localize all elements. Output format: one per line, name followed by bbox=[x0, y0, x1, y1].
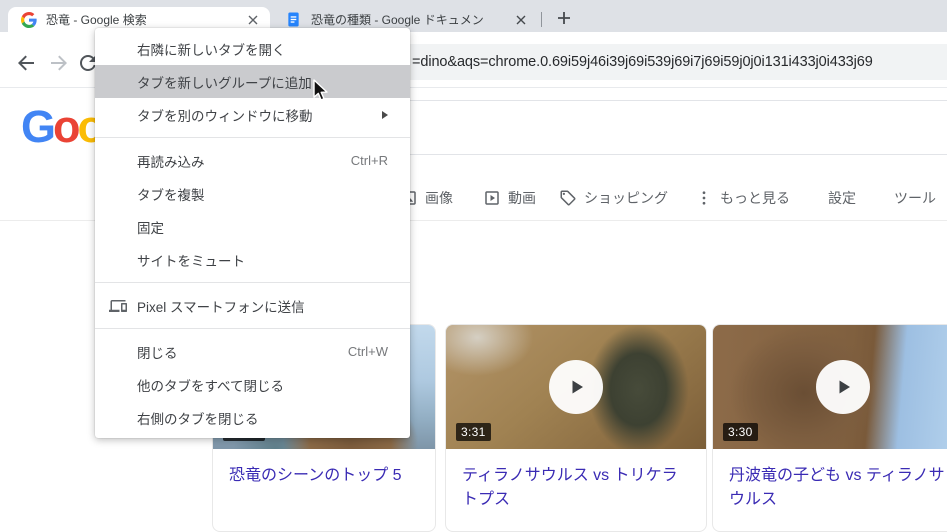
video-duration: 3:30 bbox=[723, 423, 758, 441]
menu-item-close-tabs-to-right[interactable]: 右側のタブを閉じる bbox=[95, 401, 410, 434]
close-icon[interactable] bbox=[512, 11, 530, 29]
menu-separator bbox=[95, 137, 410, 138]
shortcut-label: Ctrl+W bbox=[348, 344, 388, 359]
tab-title: 恐竜 - Google 検索 bbox=[46, 11, 244, 28]
menu-item-close[interactable]: 閉じる Ctrl+W bbox=[95, 335, 410, 368]
video-card[interactable]: 3:30 丹波竜の子ども vs ティラノサウルス bbox=[712, 324, 947, 532]
menu-item-move-tab-to-window[interactable]: タブを別のウィンドウに移動 bbox=[95, 98, 410, 131]
google-docs-favicon-icon bbox=[286, 12, 302, 28]
url-text[interactable]: =dino&aqs=chrome.0.69i59j46i39j69i539j69… bbox=[412, 54, 947, 70]
video-duration: 3:31 bbox=[456, 423, 491, 441]
menu-item-pin[interactable]: 固定 bbox=[95, 210, 410, 243]
menu-item-close-other-tabs[interactable]: 他のタブをすべて閉じる bbox=[95, 368, 410, 401]
video-card[interactable]: 3:31 ティラノサウルス vs トリケラトプス bbox=[445, 324, 707, 532]
tab-videos[interactable]: 動画 bbox=[483, 187, 536, 209]
link-settings[interactable]: 設定 bbox=[828, 187, 856, 209]
video-title[interactable]: 恐竜のシーンのトップ 5 bbox=[213, 449, 435, 488]
more-vert-icon bbox=[695, 189, 713, 207]
forward-button[interactable] bbox=[47, 51, 71, 75]
menu-item-reload[interactable]: 再読み込み Ctrl+R bbox=[95, 144, 410, 177]
back-button[interactable] bbox=[14, 51, 38, 75]
video-title[interactable]: 丹波竜の子ども vs ティラノサウルス bbox=[713, 449, 947, 512]
tag-icon bbox=[559, 189, 577, 207]
plus-icon bbox=[557, 11, 571, 25]
google-g-favicon-icon bbox=[21, 12, 37, 28]
menu-separator bbox=[95, 282, 410, 283]
mouse-cursor-icon bbox=[312, 79, 330, 108]
video-thumbnail[interactable]: 3:31 bbox=[446, 325, 706, 449]
devices-icon bbox=[109, 297, 127, 315]
tab-more[interactable]: もっと見る bbox=[695, 187, 790, 209]
submenu-arrow-icon bbox=[382, 111, 388, 119]
menu-item-new-tab-right[interactable]: 右隣に新しいタブを開く bbox=[95, 32, 410, 65]
play-button-icon[interactable] bbox=[816, 360, 870, 414]
logo-letter: G bbox=[21, 101, 53, 152]
tab-label: 動画 bbox=[508, 188, 536, 208]
video-title[interactable]: ティラノサウルス vs トリケラトプス bbox=[446, 449, 706, 512]
tab-title: 恐竜の種類 - Google ドキュメン bbox=[311, 11, 512, 28]
menu-item-add-tab-to-new-group[interactable]: タブを新しいグループに追加 bbox=[95, 65, 410, 98]
link-tools[interactable]: ツール bbox=[894, 187, 936, 209]
new-tab-button[interactable] bbox=[551, 5, 577, 31]
tab-label: ショッピング bbox=[584, 188, 668, 208]
shortcut-label: Ctrl+R bbox=[351, 153, 388, 168]
tab-label: もっと見る bbox=[720, 188, 790, 208]
menu-item-mute-site[interactable]: サイトをミュート bbox=[95, 243, 410, 276]
play-button-icon[interactable] bbox=[549, 360, 603, 414]
logo-letter: o bbox=[53, 101, 78, 152]
close-icon[interactable] bbox=[244, 11, 262, 29]
tab-shopping[interactable]: ショッピング bbox=[559, 187, 668, 209]
video-thumbnail[interactable]: 3:30 bbox=[713, 325, 947, 449]
tab-divider bbox=[541, 12, 542, 27]
tab-label: 画像 bbox=[425, 188, 453, 208]
tab-label: ツール bbox=[894, 188, 936, 208]
menu-separator bbox=[95, 328, 410, 329]
back-arrow-icon bbox=[14, 51, 38, 75]
tab-context-menu: 右隣に新しいタブを開く タブを新しいグループに追加 タブを別のウィンドウに移動 … bbox=[95, 28, 410, 438]
menu-item-duplicate-tab[interactable]: タブを複製 bbox=[95, 177, 410, 210]
menu-item-send-to-pixel[interactable]: Pixel スマートフォンに送信 bbox=[95, 289, 410, 322]
video-icon bbox=[483, 189, 501, 207]
tab-label: 設定 bbox=[828, 188, 856, 208]
forward-arrow-icon bbox=[47, 51, 71, 75]
